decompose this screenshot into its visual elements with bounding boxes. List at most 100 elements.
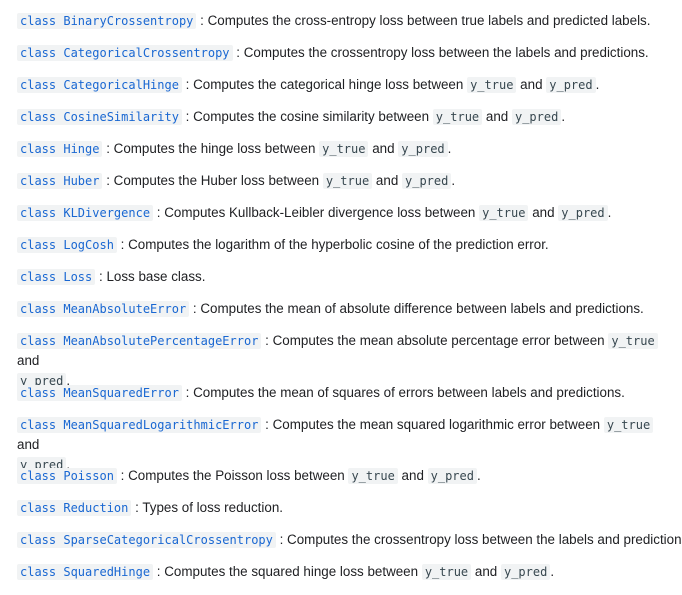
class-keyword: class — [20, 565, 57, 579]
class-keyword: class — [20, 533, 57, 547]
list-item: class KLDivergence : Computes Kullback-L… — [17, 203, 667, 223]
list-item: class Hinge : Computes the hinge loss be… — [17, 139, 667, 159]
class-description: Computes the Poisson loss between — [128, 468, 345, 483]
y-pred-code: y_pred — [500, 564, 551, 580]
y-true-code: y_true — [432, 109, 483, 125]
conjunction: and — [17, 437, 40, 452]
class-name: SquaredHinge — [63, 565, 151, 579]
class-description: Computes the logarithm of the hyperbolic… — [128, 237, 549, 252]
class-link-categorical-crossentropy[interactable]: class CategoricalCrossentropy — [17, 45, 233, 61]
list-item: class CosineSimilarity : Computes the co… — [17, 107, 667, 127]
list-item: class SparseCategoricalCrossentropy : Co… — [17, 530, 682, 550]
class-keyword: class — [20, 46, 57, 60]
period: . — [561, 109, 566, 124]
list-item: class CategoricalHinge : Computes the ca… — [17, 75, 667, 95]
list-item: class MeanAbsoluteError : Computes the m… — [17, 299, 667, 319]
class-name: MeanSquaredLogarithmicError — [63, 418, 259, 432]
conjunction: and — [17, 353, 40, 368]
class-name: Huber — [63, 174, 100, 188]
y-pred-code: y_pred — [546, 77, 596, 93]
class-keyword: class — [20, 501, 57, 515]
list-item: class Reduction : Types of loss reductio… — [17, 498, 667, 518]
class-name: CosineSimilarity — [63, 110, 179, 124]
y-pred-code: y_pred — [427, 468, 477, 484]
y-true-code: y_true — [421, 564, 472, 580]
period: . — [550, 564, 555, 579]
class-link-hinge[interactable]: class Hinge — [17, 141, 103, 157]
list-item: class MeanAbsolutePercentageError : Comp… — [17, 331, 667, 391]
conjunction: and — [401, 468, 424, 483]
class-description: Computes the mean of squares of errors b… — [193, 385, 625, 400]
class-keyword: class — [20, 238, 57, 252]
list-item: class Poisson : Computes the Poisson los… — [17, 466, 667, 486]
class-keyword: class — [20, 469, 57, 483]
list-item: class LogCosh : Computes the logarithm o… — [17, 235, 667, 255]
conjunction: and — [375, 173, 399, 188]
class-link-reduction[interactable]: class Reduction — [17, 500, 132, 516]
loss-class-list: class BinaryCrossentropy : Computes the … — [0, 0, 682, 595]
class-keyword: class — [20, 302, 57, 316]
y-true-code: y_true — [322, 173, 373, 189]
list-item: class Loss : Loss base class. — [17, 267, 667, 287]
list-item: class MeanSquaredError : Computes the me… — [17, 383, 667, 403]
conjunction: and — [520, 77, 543, 92]
class-name: CategoricalCrossentropy — [63, 46, 230, 60]
class-keyword: class — [20, 386, 57, 400]
y-true-code: y_true — [603, 417, 654, 433]
class-name: Hinge — [63, 142, 100, 156]
class-keyword: class — [20, 14, 57, 28]
y-true-code: y_true — [319, 141, 369, 157]
class-link-mean-absolute-percentage-error[interactable]: class MeanAbsolutePercentageError — [17, 333, 262, 349]
class-link-sparse-categorical-crossentropy[interactable]: class SparseCategoricalCrossentropy — [17, 532, 276, 548]
class-link-binary-crossentropy[interactable]: class BinaryCrossentropy — [17, 13, 197, 29]
class-keyword: class — [20, 206, 57, 220]
list-item: class BinaryCrossentropy : Computes the … — [17, 11, 667, 31]
class-name: SparseCategoricalCrossentropy — [63, 533, 273, 547]
class-link-mean-squared-logarithmic-error[interactable]: class MeanSquaredLogarithmicError — [17, 417, 262, 433]
class-link-loss[interactable]: class Loss — [17, 269, 96, 285]
class-name: KLDivergence — [63, 206, 151, 220]
class-name: CategoricalHinge — [63, 78, 179, 92]
class-link-mean-squared-error[interactable]: class MeanSquaredError — [17, 385, 182, 401]
list-item: class Huber : Computes the Huber loss be… — [17, 171, 667, 191]
class-description: Computes the crossentropy loss between t… — [287, 532, 682, 547]
class-link-poisson[interactable]: class Poisson — [17, 468, 117, 484]
class-link-log-cosh[interactable]: class LogCosh — [17, 237, 117, 253]
y-true-code: y_true — [608, 333, 658, 349]
y-pred-code: y_pred — [558, 205, 608, 221]
period: . — [451, 173, 456, 188]
class-link-categorical-hinge[interactable]: class CategoricalHinge — [17, 77, 182, 93]
class-keyword: class — [20, 270, 57, 284]
class-description: Computes the mean absolute percentage er… — [272, 333, 605, 348]
class-name: MeanSquaredError — [63, 386, 179, 400]
class-description: Computes the mean squared logarithmic er… — [272, 417, 601, 432]
class-description: Computes the cosine similarity between — [193, 109, 430, 124]
class-link-squared-hinge[interactable]: class SquaredHinge — [17, 564, 154, 580]
class-keyword: class — [20, 142, 57, 156]
class-description: Computes Kullback-Leibler divergence los… — [164, 205, 476, 220]
y-pred-code: y_pred — [511, 109, 562, 125]
conjunction: and — [474, 564, 498, 579]
class-keyword: class — [20, 78, 57, 92]
class-name: Poisson — [63, 469, 114, 483]
class-keyword: class — [20, 110, 57, 124]
period: . — [476, 468, 481, 483]
conjunction: and — [485, 109, 509, 124]
class-link-kl-divergence[interactable]: class KLDivergence — [17, 205, 154, 221]
class-name: MeanAbsolutePercentageError — [63, 334, 259, 348]
class-description: Loss base class. — [106, 269, 206, 284]
y-true-code: y_true — [467, 77, 517, 93]
class-description: Computes the hinge loss between — [113, 141, 316, 156]
class-link-mean-absolute-error[interactable]: class MeanAbsoluteError — [17, 301, 190, 317]
period: . — [447, 141, 452, 156]
class-keyword: class — [20, 418, 57, 432]
class-keyword: class — [20, 334, 57, 348]
period: . — [607, 205, 612, 220]
class-name: LogCosh — [63, 238, 114, 252]
conjunction: and — [532, 205, 555, 220]
class-link-cosine-similarity[interactable]: class CosineSimilarity — [17, 109, 182, 125]
class-description: Computes the crossentropy loss between t… — [243, 45, 649, 60]
class-link-huber[interactable]: class Huber — [17, 173, 103, 189]
y-true-code: y_true — [479, 205, 529, 221]
class-name: MeanAbsoluteError — [63, 302, 187, 316]
